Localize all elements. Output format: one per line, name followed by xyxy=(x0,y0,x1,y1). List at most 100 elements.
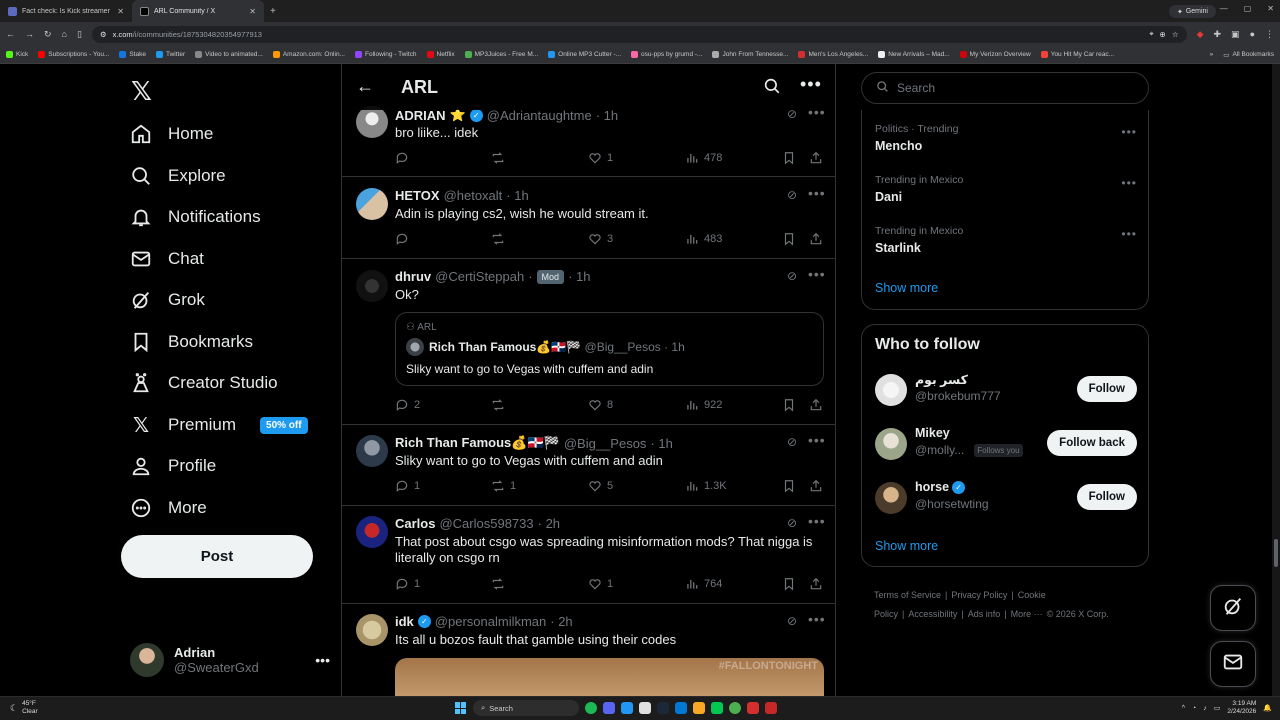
profile-icon[interactable]: ● xyxy=(1250,29,1255,40)
bookmark-item[interactable]: You Hit My Car reac... xyxy=(1040,51,1114,58)
clock[interactable]: 3:19 AM 2/24/2026 xyxy=(1227,700,1256,716)
chevron-up-icon[interactable]: ^ xyxy=(1182,705,1185,712)
folder-icon[interactable] xyxy=(693,702,705,714)
address-bar[interactable]: ⚙ x.com/i/communities/187530482035497791… xyxy=(91,25,1187,43)
browser-tab-2[interactable]: ARL Community / X ✕ xyxy=(132,0,264,22)
post-time[interactable]: · 1h xyxy=(568,269,590,284)
post[interactable]: dhruv @CertiSteppah · Mod · 1h ⊘ ••• Ok?… xyxy=(342,259,835,425)
nav-chat[interactable]: Chat xyxy=(130,239,204,279)
browser-tab-1[interactable]: Fact check: Is Kick streamer Ch ✕ xyxy=(0,0,132,22)
share-button[interactable] xyxy=(809,151,823,165)
follow-suggestion[interactable]: horse ✓ @horsetwting Follow xyxy=(875,479,1137,519)
bookmark-button[interactable] xyxy=(782,398,796,412)
bookmark-button[interactable] xyxy=(782,577,796,591)
bookmark-item[interactable]: Subscriptions - You... xyxy=(38,51,109,58)
trend-item[interactable]: Trending in Mexico Starlink ••• xyxy=(875,225,1137,255)
reply-button[interactable]: 1 xyxy=(395,577,420,591)
trend-item[interactable]: Politics · Trending Mencho ••• xyxy=(875,123,1137,153)
chrome-icon[interactable] xyxy=(729,702,741,714)
grok-icon[interactable]: ⊘ xyxy=(787,614,797,628)
reload-icon[interactable]: ↻ xyxy=(44,29,52,40)
zoom-icon[interactable]: ⊕ xyxy=(1160,30,1166,39)
nav-premium[interactable]: 𝕏 Premium 50% off xyxy=(130,405,308,445)
bookmark-button[interactable] xyxy=(782,151,796,165)
nav-profile[interactable]: Profile xyxy=(130,446,216,486)
post[interactable]: Rich Than Famous💰🇩🇴🏁 @Big__Pesos · 1h ⊘ … xyxy=(342,425,835,506)
nav-more[interactable]: More xyxy=(130,488,207,528)
extension-puzzle-icon[interactable]: ✚ xyxy=(1214,29,1222,40)
bookmark-item[interactable]: Twitter xyxy=(155,51,185,58)
bookmark-item[interactable]: Online MP3 Cutter -... xyxy=(548,51,621,58)
author-handle[interactable]: @personalmilkman xyxy=(435,614,546,629)
reply-button[interactable]: 2 xyxy=(395,398,420,412)
bookmark-item[interactable]: Amazon.com: Onlin... xyxy=(272,51,345,58)
footer-link[interactable]: © 2026 X Corp. xyxy=(1047,609,1109,619)
more-dots-icon[interactable]: ••• xyxy=(808,513,826,529)
close-window-icon[interactable]: ✕ xyxy=(1267,4,1274,13)
post-time[interactable]: · 2h xyxy=(550,614,572,629)
bookmark-item[interactable]: Stake xyxy=(119,51,146,58)
more-dots-icon[interactable]: ••• xyxy=(808,185,826,201)
views-button[interactable]: 478 xyxy=(685,151,722,165)
battery-icon[interactable]: ▭ xyxy=(1214,704,1221,712)
post-time[interactable]: · 1h xyxy=(650,436,672,451)
back-arrow-icon[interactable]: ← xyxy=(356,76,374,97)
app-icon[interactable] xyxy=(765,702,777,714)
author-handle[interactable]: @Carlos598733 xyxy=(439,516,533,531)
notification-bell-icon[interactable]: 🔔 xyxy=(1263,704,1272,712)
site-info-icon[interactable]: ⚙ xyxy=(100,30,107,39)
extension-shield-icon[interactable]: ◆ xyxy=(1197,29,1204,40)
all-bookmarks-folder[interactable]: ▭ All Bookmarks xyxy=(1223,51,1274,59)
author-handle[interactable]: @CertiSteppah xyxy=(435,269,524,284)
search-icon[interactable] xyxy=(763,77,781,100)
reply-button[interactable] xyxy=(395,151,414,165)
avatar[interactable] xyxy=(356,614,388,646)
avatar[interactable] xyxy=(875,428,907,460)
account-name[interactable]: كسر بوم xyxy=(915,372,968,387)
follow-suggestion[interactable]: Mikey @molly... Follows you Follow back xyxy=(875,425,1137,465)
repost-button[interactable] xyxy=(491,232,510,246)
back-arrow-icon[interactable]: ← xyxy=(6,29,15,39)
follow-button[interactable]: Follow xyxy=(1076,484,1137,510)
follow-back-button[interactable]: Follow back xyxy=(1047,430,1137,456)
bookmark-item[interactable]: John From Tennesse... xyxy=(712,51,788,58)
nav-bookmarks[interactable]: Bookmarks xyxy=(130,322,253,362)
views-button[interactable]: 1.3K xyxy=(685,479,727,493)
close-icon[interactable]: ✕ xyxy=(117,7,124,16)
more-dots-icon[interactable]: ••• xyxy=(808,611,826,627)
grok-icon[interactable]: ⊘ xyxy=(787,188,797,202)
show-more-link[interactable]: Show more xyxy=(875,281,938,295)
footer-link[interactable]: Accessibility xyxy=(908,609,957,619)
grok-fab-button[interactable] xyxy=(1210,585,1256,631)
bookmark-item[interactable]: Men's Los Angeles... xyxy=(798,51,868,58)
star-icon[interactable]: ☆ xyxy=(1172,30,1179,39)
post-media[interactable]: #FALLONTONIGHT xyxy=(395,658,824,696)
bookmark-item[interactable]: My Verizon Overview xyxy=(959,51,1031,58)
app-icon[interactable] xyxy=(747,702,759,714)
page-scrollbar[interactable] xyxy=(1272,64,1280,696)
more-dots-icon[interactable]: ••• xyxy=(1121,227,1137,241)
repost-button[interactable] xyxy=(491,398,510,412)
volume-icon[interactable]: ♪ xyxy=(1203,705,1207,712)
avatar[interactable] xyxy=(356,516,388,548)
author-name[interactable]: dhruv xyxy=(395,269,431,284)
windows-start-icon[interactable] xyxy=(455,702,467,714)
search-input[interactable]: Search xyxy=(861,72,1149,104)
account-name-row[interactable]: horse ✓ xyxy=(915,480,966,494)
app-icon[interactable] xyxy=(621,702,633,714)
extension-box-icon[interactable]: ▣ xyxy=(1231,29,1240,40)
new-tab-icon[interactable]: + xyxy=(264,6,282,17)
share-button[interactable] xyxy=(809,577,823,591)
maximize-icon[interactable]: ▢ xyxy=(1244,4,1252,13)
post[interactable]: idk ✓ @personalmilkman · 2h ⊘ ••• Its al… xyxy=(342,604,835,696)
post[interactable]: Carlos @Carlos598733 · 2h ⊘ ••• That pos… xyxy=(342,506,835,604)
app-icon[interactable] xyxy=(639,702,651,714)
minimize-icon[interactable]: — xyxy=(1220,4,1228,13)
post-time[interactable]: · 1h xyxy=(506,188,528,203)
share-button[interactable] xyxy=(809,398,823,412)
quoted-post[interactable]: ⚇ ARL Rich Than Famous💰🇩🇴🏁 @Big__Pesos ·… xyxy=(395,312,824,386)
follow-button[interactable]: Follow xyxy=(1076,376,1137,402)
messages-fab-button[interactable] xyxy=(1210,641,1256,687)
footer-link[interactable]: More ··· xyxy=(1011,609,1043,619)
grok-icon[interactable]: ⊘ xyxy=(787,435,797,449)
